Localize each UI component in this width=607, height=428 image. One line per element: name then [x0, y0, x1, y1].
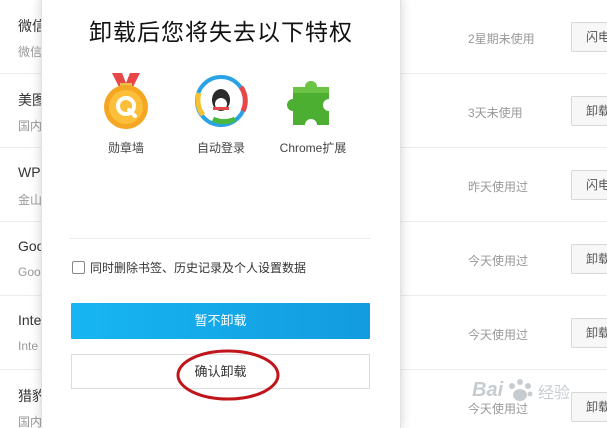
- divider: [70, 238, 370, 239]
- feature-label: Chrome扩展: [279, 141, 347, 155]
- usage-status: 今天使用过: [468, 254, 529, 268]
- app-name: 猎豹: [18, 388, 42, 404]
- app-publisher: Goo: [18, 265, 41, 279]
- usage-status: 2星期未使用: [468, 32, 535, 46]
- app-publisher: 国内: [18, 119, 42, 133]
- app-publisher: 金山: [18, 193, 42, 207]
- uninstall-dialog: 卸载后您将失去以下特权 勋章墙 自动登录 Chrome扩展 同时删除书签、历史记…: [41, 0, 401, 428]
- privilege-list: 勋章墙 自动登录 Chrome扩展: [70, 73, 374, 163]
- delete-data-checkbox[interactable]: [72, 260, 85, 274]
- svg-text:经验: 经验: [538, 384, 570, 402]
- usage-status: 昨天使用过: [468, 180, 529, 194]
- medal-icon: [76, 73, 176, 129]
- feature-label: 勋章墙: [107, 141, 144, 155]
- qq-icon: [171, 73, 271, 129]
- puzzle-icon: [263, 73, 363, 129]
- usage-status: 今天使用过: [468, 328, 529, 342]
- app-publisher: Inte: [18, 339, 39, 353]
- delete-data-option[interactable]: 同时删除书签、历史记录及个人设置数据: [72, 259, 306, 275]
- feature-chrome-extension: Chrome扩展: [263, 73, 363, 156]
- app-publisher: 微信: [18, 45, 42, 59]
- app-name: Goo: [18, 238, 42, 254]
- confirm-uninstall-button[interactable]: 确认卸载: [71, 354, 370, 389]
- svg-text:Bai: Bai: [472, 379, 504, 401]
- row-action-button[interactable]: 闪电: [571, 170, 607, 200]
- feature-medal-wall: 勋章墙: [76, 73, 176, 156]
- app-name: WP: [18, 164, 41, 180]
- row-action-button[interactable]: 卸载: [571, 96, 607, 126]
- app-name: Inte: [18, 312, 42, 328]
- app-name: 微信: [18, 18, 42, 34]
- row-action-button[interactable]: 卸载: [571, 318, 607, 348]
- delete-data-label: 同时删除书签、历史记录及个人设置数据: [90, 260, 307, 275]
- dialog-title: 卸载后您将失去以下特权: [89, 19, 353, 45]
- app-publisher: 国内: [18, 415, 42, 428]
- row-action-button[interactable]: 闪电: [571, 22, 607, 52]
- baidu-watermark-icon: Bai 经验: [472, 379, 570, 402]
- row-action-button[interactable]: 卸载: [571, 244, 607, 274]
- cancel-uninstall-button[interactable]: 暂不卸载: [71, 303, 370, 339]
- usage-status: 3天未使用: [468, 106, 523, 120]
- feature-label: 自动登录: [196, 141, 245, 155]
- feature-auto-login: 自动登录: [171, 73, 271, 156]
- app-name: 美图: [18, 92, 42, 108]
